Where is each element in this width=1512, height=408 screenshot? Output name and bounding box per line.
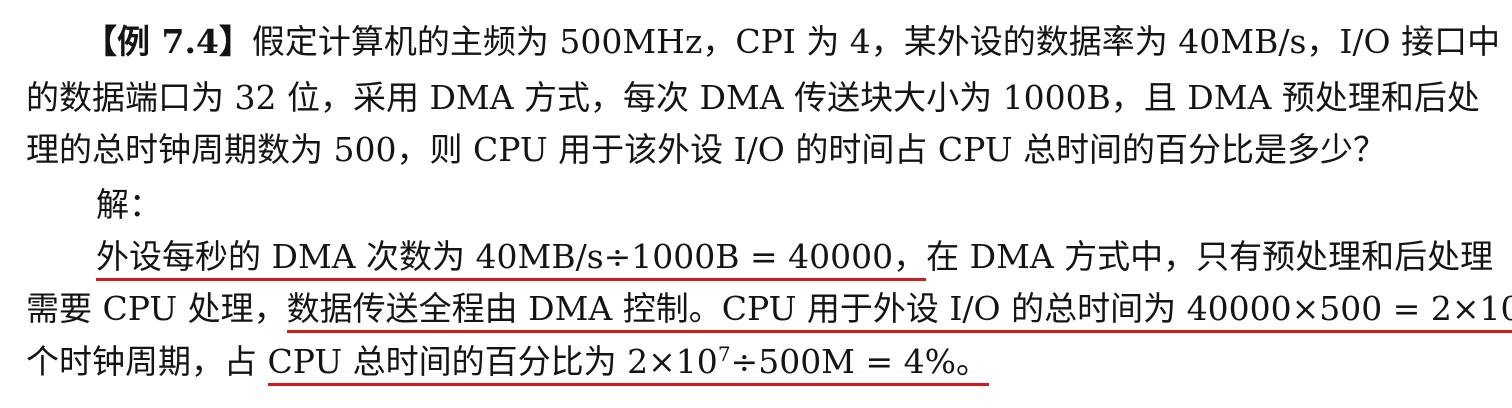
solution-text-2: 需要 CPU 处理， [26, 289, 287, 328]
underlined-dma-control: 数据传送全程由 DMA 控制。 [286, 289, 722, 333]
problem-line-3: 理的总时钟周期数为 500，则 CPU 用于该外设 I/O 的时间占 CPU 总… [26, 130, 1386, 170]
problem-line-2: 的数据端口为 32 位，采用 DMA 方式，每次 DMA 传送块大小为 1000… [26, 78, 1480, 118]
example-label: 【例 7.4】 [84, 22, 252, 61]
underlined-percentage: CPU 总时间的百分比为 2×107÷500M = 4%。 [267, 342, 989, 386]
percentage-text-a: CPU 总时间的百分比为 2×10 [267, 342, 718, 381]
total-time-text: CPU 用于外设 I/O 的总时间为 40000×500 = 2×10 [721, 289, 1512, 328]
document-page: 【例 7.4】假定计算机的主频为 500MHz，CPI 为 4，某外设的数据率为… [0, 0, 1512, 408]
solution-text-3: 个时钟周期，占 [26, 342, 268, 381]
solution-label-line: 解： [96, 185, 162, 225]
solution-line-1: 外设每秒的 DMA 次数为 40MB/s÷1000B = 40000，在 DMA… [96, 237, 1494, 281]
underlined-total-time: CPU 用于外设 I/O 的总时间为 40000×500 = 2×107 [721, 289, 1512, 333]
underlined-dma-count: 外设每秒的 DMA 次数为 40MB/s÷1000B = 40000， [96, 237, 927, 281]
problem-line-1: 【例 7.4】假定计算机的主频为 500MHz，CPI 为 4，某外设的数据率为… [84, 22, 1500, 62]
problem-text-2: 的数据端口为 32 位，采用 DMA 方式，每次 DMA 传送块大小为 1000… [26, 78, 1480, 117]
solution-line-3: 个时钟周期，占 CPU 总时间的百分比为 2×107÷500M = 4%。 [26, 342, 989, 386]
solution-label: 解： [96, 185, 162, 224]
problem-text-3: 理的总时钟周期数为 500，则 CPU 用于该外设 I/O 的时间占 CPU 总… [26, 130, 1386, 169]
solution-line-2: 需要 CPU 处理，数据传送全程由 DMA 控制。CPU 用于外设 I/O 的总… [26, 289, 1512, 333]
exponent-2: 7 [717, 342, 731, 366]
problem-text-1: 假定计算机的主频为 500MHz，CPI 为 4，某外设的数据率为 40MB/s… [251, 22, 1501, 61]
percentage-text-b: ÷500M = 4%。 [730, 342, 989, 381]
solution-text-1: 在 DMA 方式中，只有预处理和后处理 [926, 237, 1494, 276]
